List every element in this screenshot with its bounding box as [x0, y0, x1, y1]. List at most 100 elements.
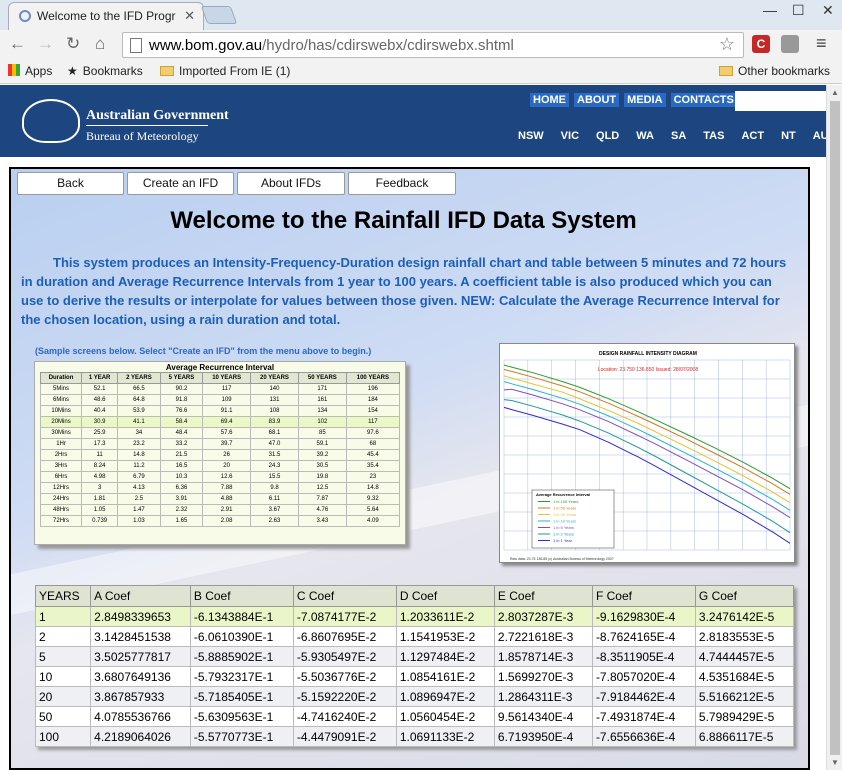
reload-icon[interactable]: ↻ [66, 34, 80, 54]
bookmark-bookmarks[interactable]: ★ Bookmarks [67, 64, 143, 78]
coef-cell: 2.8183553E-5 [694, 626, 795, 647]
coef-header: E Coef [493, 585, 593, 607]
coef-cell: -6.1343884E-1 [189, 606, 294, 627]
link-media[interactable]: MEDIA [624, 93, 666, 107]
coef-cell: 4.2189064026 [90, 726, 191, 747]
coef-cell: -7.4931874E-4 [591, 706, 696, 727]
bookmark-label: Other bookmarks [738, 64, 831, 78]
sample-table-cell: 3 [81, 482, 119, 494]
sample-table-row: 10Mins 40.4 53.9 76.6 91.1 108 134 154 [39, 405, 401, 417]
back-arrow-icon[interactable]: ← [9, 34, 26, 54]
bookmark-star-icon[interactable]: ☆ [719, 34, 735, 55]
sample-table-cell: 23 [345, 471, 401, 483]
sample-table-cell: 2.32 [159, 504, 204, 516]
sample-table-row: 3Hrs 8.24 11.2 16.5 20 24.3 30.5 35.4 [39, 460, 401, 472]
coat-of-arms-icon[interactable] [22, 99, 80, 143]
sample-table-cell: 33.2 [159, 438, 204, 450]
coef-cell: -5.6309563E-1 [189, 706, 294, 727]
state-link[interactable]: ACT [741, 130, 764, 142]
state-link[interactable]: AUSTRA [813, 130, 826, 142]
sample-table-cell: 52.1 [81, 383, 119, 395]
scroll-down-icon[interactable]: ▼ [831, 758, 839, 767]
page-title: Welcome to the Rainfall IFD Data System [170, 207, 637, 234]
bookmark-label: Bookmarks [82, 64, 143, 78]
minimize-icon[interactable]: — [763, 2, 777, 18]
coef-cell: -4.4479091E-2 [292, 726, 397, 747]
browser-tab[interactable]: Welcome to the IFD Progr ✕ [8, 2, 204, 30]
link-contacts[interactable]: CONTACTS [670, 93, 737, 107]
sample-table-cell: 3.67 [250, 504, 299, 516]
sample-table-cell: 15.5 [250, 471, 299, 483]
chart-subtitle: Location: 23.750 136.850 Issued: 28/07/2… [598, 367, 699, 373]
coef-header: F Coef [591, 585, 696, 607]
state-link[interactable]: NSW [518, 130, 544, 142]
sample-table-row: 6Mins 48.6 64.8 91.8 109 131 161 184 [39, 394, 401, 406]
sample-table-row: 1Hr 17.3 23.2 33.2 39.7 47.0 59.1 68 [39, 438, 401, 450]
legend-label: 1 in 2 Years [553, 532, 574, 537]
state-link[interactable]: TAS [703, 130, 724, 142]
scroll-up-icon[interactable]: ▲ [831, 88, 839, 97]
sample-table-cell: 2.91 [202, 504, 252, 516]
sample-table-cell: 83.9 [250, 416, 299, 428]
sample-table-cell: 48Hrs [39, 504, 83, 516]
link-home[interactable]: HOME [530, 93, 569, 107]
link-about[interactable]: ABOUT [574, 93, 620, 107]
state-link[interactable]: VIC [561, 130, 579, 142]
forward-arrow-icon[interactable]: → [37, 34, 54, 54]
page-scrollbar[interactable]: ▲ ▼ [826, 85, 842, 770]
maximize-icon[interactable]: ☐ [792, 2, 805, 19]
web-page: Australian Government Bureau of Meteorol… [0, 85, 826, 770]
coef-cell: 1.0896947E-2 [395, 686, 495, 707]
coef-cell: -5.7185405E-1 [189, 686, 294, 707]
scroll-thumb[interactable] [830, 101, 840, 755]
sample-table-cell: 85 [297, 427, 347, 439]
close-window-icon[interactable]: ✕ [822, 2, 834, 19]
state-link[interactable]: SA [671, 130, 686, 142]
state-link[interactable]: WA [636, 130, 654, 142]
create-ifd-button[interactable]: Create an IFD [127, 172, 234, 195]
sample-table-cell: 12Hrs [39, 482, 83, 494]
sample-table-row: 30Mins 25.9 34 48.4 57.6 68.1 85 97.6 [39, 427, 401, 439]
gov-title[interactable]: Australian Government [86, 108, 229, 124]
about-ifds-button[interactable]: About IFDs [237, 172, 345, 195]
bookmark-apps[interactable]: Apps [8, 64, 52, 78]
folder-icon [719, 66, 733, 76]
sample-table-cell: 161 [297, 394, 347, 406]
site-search-input[interactable] [735, 91, 826, 111]
sample-table-row: 20Mins 30.9 41.1 58.4 69.4 83.9 102 117 [39, 416, 401, 428]
coef-header: G Coef [694, 585, 795, 607]
bookmark-imported[interactable]: Imported From IE (1) [160, 64, 290, 78]
extension-icon[interactable]: C [752, 35, 770, 53]
sample-table-cell: 66.5 [117, 383, 161, 395]
chrome-menu-icon[interactable]: ≡ [816, 33, 827, 54]
state-link[interactable]: NT [781, 130, 796, 142]
sample-table-header: Duration [39, 372, 83, 384]
state-link[interactable]: QLD [596, 130, 619, 142]
sample-table-cell: 48.6 [81, 394, 119, 406]
back-button[interactable]: Back [17, 172, 124, 195]
new-tab-button[interactable] [200, 6, 238, 24]
bom-header: Australian Government Bureau of Meteorol… [0, 85, 826, 157]
coef-cell: -6.8607695E-2 [292, 626, 397, 647]
sample-table-cell: 4.76 [297, 504, 347, 516]
feedback-button[interactable]: Feedback [348, 172, 456, 195]
coef-cell: 2.8037287E-3 [493, 606, 593, 627]
bureau-title[interactable]: Bureau of Meteorology [86, 129, 199, 144]
coef-cell: 2.7221618E-3 [493, 626, 593, 647]
home-icon[interactable]: ⌂ [95, 34, 105, 54]
sample-ifd-chart: DESIGN RAINFALL INTENSITY DIAGRAM Locati… [499, 343, 795, 563]
sample-table-cell: 34 [117, 427, 161, 439]
close-tab-icon[interactable]: ✕ [184, 8, 195, 24]
extension-icon-2[interactable] [781, 35, 799, 53]
sample-table-header: 20 YEARS [250, 372, 299, 384]
coef-cell: 3.867857933 [90, 686, 191, 707]
address-bar[interactable]: www.bom.gov.au/hydro/has/cdirswebx/cdirs… [122, 32, 744, 58]
coef-cell: -7.8057020E-4 [591, 666, 696, 687]
coef-cell: 1.2864311E-3 [493, 686, 593, 707]
coef-cell: 1.1541953E-2 [395, 626, 495, 647]
bookmark-other[interactable]: Other bookmarks [719, 64, 830, 78]
sample-table-header: 50 YEARS [297, 372, 347, 384]
coef-cell: -5.1592220E-2 [292, 686, 397, 707]
sample-table-cell: 24.3 [250, 460, 299, 472]
sample-table-cell: 11 [81, 449, 119, 461]
